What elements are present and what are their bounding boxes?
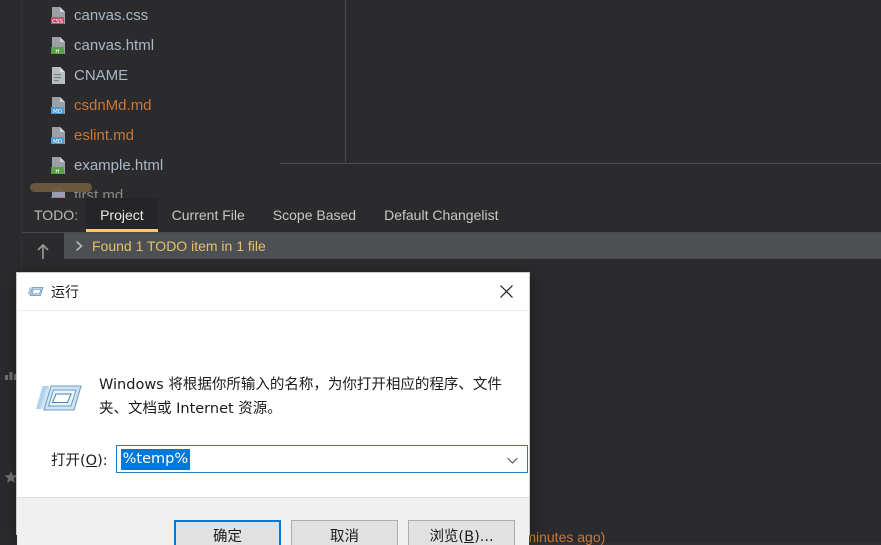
svg-text:CSS: CSS — [52, 19, 63, 25]
list-item[interactable]: H example.html — [22, 150, 280, 180]
list-item-label: canvas.css — [74, 6, 149, 24]
chevron-right-icon[interactable] — [72, 239, 86, 253]
browse-button[interactable]: 浏览(B)... — [408, 519, 515, 545]
list-item-label: eslint.md — [74, 126, 135, 144]
tab-label: Current File — [171, 207, 245, 223]
list-item[interactable]: H canvas.html — [22, 30, 280, 60]
list-item[interactable]: MD csdnMd.md — [22, 90, 280, 120]
list-item-label: csdnMd.md — [74, 96, 152, 114]
list-item[interactable]: CNAME — [22, 60, 280, 90]
ok-button-label: 确定 — [213, 528, 242, 545]
file-html-icon: H — [51, 156, 65, 175]
file-md-icon: MD — [51, 126, 65, 145]
list-item-label: example.html — [74, 156, 164, 174]
file-html-icon: H — [51, 36, 65, 55]
run-large-icon — [36, 385, 82, 411]
tab-label: Scope Based — [272, 207, 357, 223]
dialog-title-bar[interactable]: 运行 — [17, 273, 529, 310]
open-field-row: 打开(O): %temp% — [51, 445, 528, 473]
file-css-icon: CSS — [51, 6, 65, 25]
file-md-icon: MD — [51, 96, 65, 115]
editor-horizontal-divider — [280, 163, 881, 164]
editor-area — [280, 0, 881, 200]
tab-default-changelist[interactable]: Default Changelist — [370, 198, 512, 232]
screen: Structure Favorites CSS canvas.css — [0, 0, 881, 545]
list-item-label: canvas.html — [74, 36, 155, 54]
svg-text:MD: MD — [53, 139, 62, 145]
list-item[interactable]: CSS canvas.css — [22, 0, 280, 30]
dialog-description: Windows 将根据你所输入的名称，为你打开相应的程序、文件夹、文档或 Int… — [99, 377, 502, 417]
svg-text:MD: MD — [53, 109, 62, 115]
open-combobox[interactable]: %temp% — [115, 445, 528, 473]
tree-horizontal-scrollbar[interactable] — [30, 183, 280, 192]
svg-text:H: H — [55, 169, 59, 175]
svg-text:H: H — [55, 49, 59, 55]
open-input-value[interactable]: %temp% — [120, 448, 191, 470]
chevron-down-icon[interactable] — [506, 454, 519, 467]
file-generic-icon — [52, 66, 65, 84]
close-icon — [499, 285, 513, 298]
dialog-content: Windows 将根据你所输入的名称，为你打开相应的程序、文件夹、文档或 Int… — [17, 311, 529, 497]
run-dialog: 运行 Windows 将根据你所输入的名称，为你打开相应的程序、文件夹、文档或 … — [16, 272, 530, 545]
list-item-label: CNAME — [74, 66, 129, 84]
tab-label: Default Changelist — [384, 207, 499, 223]
close-button[interactable] — [483, 273, 529, 310]
open-field-label: 打开(O): — [51, 452, 108, 469]
project-file-tree[interactable]: CSS canvas.css H canvas.html CNAME MD cs… — [22, 0, 280, 200]
ok-button[interactable]: 确定 — [174, 519, 281, 545]
todo-tab-bar: TODO: Project Current File Scope Based D… — [22, 198, 881, 233]
dialog-button-bar: 确定 取消 浏览(B)... — [17, 497, 529, 545]
tab-project[interactable]: Project — [86, 198, 158, 232]
run-app-icon — [27, 287, 44, 296]
tab-current-file[interactable]: Current File — [158, 198, 259, 232]
todo-result-row[interactable]: Found 1 TODO item in 1 file — [64, 233, 881, 259]
cancel-button-label: 取消 — [330, 528, 359, 545]
tab-label: Project — [100, 207, 144, 223]
editor-vertical-divider — [345, 0, 346, 164]
list-item[interactable]: MD eslint.md — [22, 120, 280, 150]
scroll-up-icon[interactable] — [35, 243, 51, 261]
browse-button-label: 浏览(B)... — [429, 528, 494, 545]
dialog-title: 运行 — [51, 284, 79, 301]
todo-result-label: Found 1 TODO item in 1 file — [92, 238, 266, 254]
tab-scope-based[interactable]: Scope Based — [259, 198, 370, 232]
scrollbar-thumb[interactable] — [30, 183, 92, 192]
todo-prefix-label: TODO: — [34, 207, 79, 223]
cancel-button[interactable]: 取消 — [291, 519, 398, 545]
